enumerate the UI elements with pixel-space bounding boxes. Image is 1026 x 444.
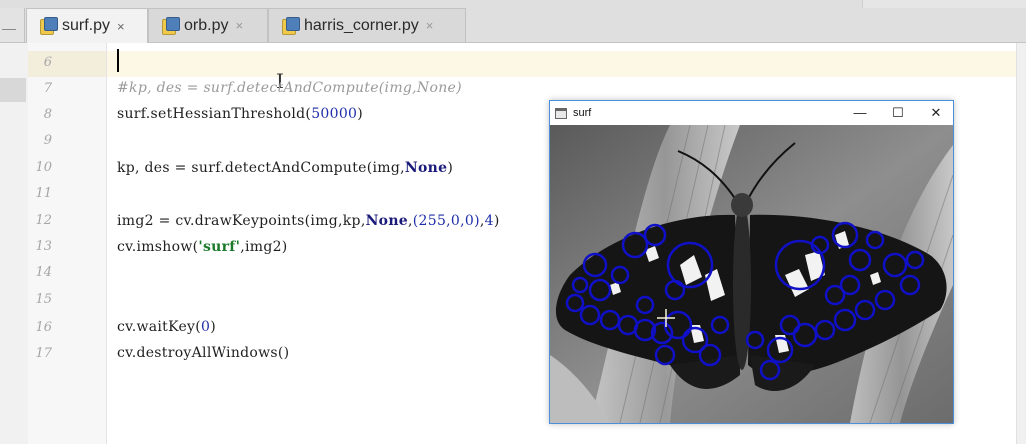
- tab-orb-py[interactable]: orb.py ×: [148, 8, 268, 42]
- tab-label: orb.py: [184, 16, 229, 34]
- line-number: 14: [35, 265, 52, 280]
- python-file-icon: [161, 16, 180, 35]
- tab-label: harris_corner.py: [304, 16, 419, 34]
- line-number: 17: [35, 346, 52, 361]
- image-window[interactable]: surf — ☐ ✕: [549, 100, 954, 424]
- tool-strip: [0, 43, 28, 444]
- keypoint-image: [550, 125, 953, 423]
- tab-harris-corner-py[interactable]: harris_corner.py ×: [268, 8, 466, 42]
- line-number: 8: [43, 107, 52, 122]
- code-line-10: kp, des = surf.detectAndCompute(img,None…: [117, 160, 454, 176]
- line-number: 6: [43, 55, 52, 70]
- window-title-bar[interactable]: surf — ☐ ✕: [550, 101, 953, 125]
- line-number: 13: [35, 239, 52, 254]
- scrollbar[interactable]: [1016, 43, 1026, 444]
- close-icon[interactable]: ×: [117, 19, 125, 34]
- code-line-12: img2 = cv.drawKeypoints(img,kp,None,(255…: [117, 213, 500, 229]
- close-icon[interactable]: ×: [426, 18, 434, 33]
- line-number: 7: [43, 81, 52, 96]
- maximize-button[interactable]: ☐: [880, 101, 916, 125]
- editor-tab-bar: surf.py × orb.py × harris_corner.py ×: [0, 0, 1026, 43]
- line-number: 12: [35, 213, 52, 228]
- code-line-13: cv.imshow('surf',img2): [117, 239, 288, 255]
- code-line-16: cv.waitKey(0): [117, 319, 216, 335]
- close-icon[interactable]: ×: [235, 18, 243, 33]
- line-number: 15: [35, 292, 52, 307]
- minimize-button[interactable]: —: [842, 101, 878, 125]
- tab-label: surf.py: [62, 17, 111, 34]
- tab-surf-py[interactable]: surf.py ×: [26, 8, 148, 43]
- python-file-icon: [281, 16, 300, 35]
- line-number: 16: [35, 320, 52, 335]
- tab-overflow-stub[interactable]: [0, 8, 25, 42]
- tab-bar-extension: [862, 0, 1026, 8]
- gutter-marker: [0, 78, 26, 102]
- code-line-17: cv.destroyAllWindows(): [117, 345, 290, 361]
- text-caret: [117, 49, 119, 72]
- line-number: 10: [35, 160, 52, 175]
- code-line-7: #kp, des = surf.detectAndCompute(img,Non…: [117, 80, 462, 96]
- code-line-8: surf.setHessianThreshold(50000): [117, 106, 364, 122]
- python-file-icon: [39, 17, 58, 35]
- line-number: 9: [43, 133, 52, 148]
- window-app-icon: [555, 107, 567, 119]
- line-number: 11: [35, 186, 52, 201]
- close-button[interactable]: ✕: [918, 101, 954, 125]
- window-title: surf: [573, 107, 592, 119]
- current-line-highlight: [107, 51, 1026, 77]
